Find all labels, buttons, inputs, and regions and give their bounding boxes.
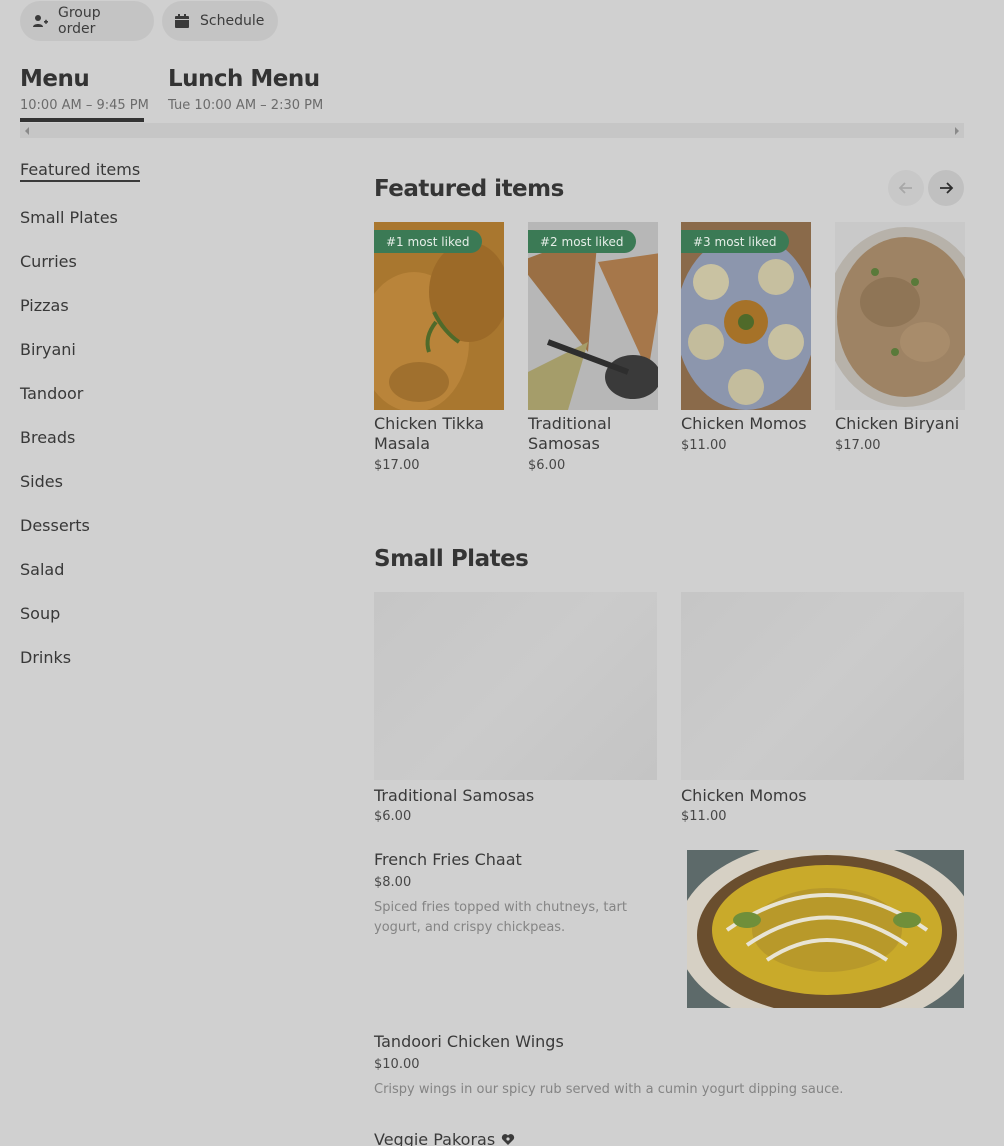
most-liked-badge: #3 most liked [681, 230, 789, 253]
menu-list-item[interactable]: Tandoori Chicken Wings $10.00 Crispy win… [374, 1032, 964, 1100]
arrow-right-icon [940, 182, 954, 194]
sidebar-item-curries[interactable]: Curries [20, 252, 77, 271]
featured-item-name: Chicken Biryani [835, 414, 960, 433]
image-placeholder [681, 592, 964, 780]
featured-item-price: $17.00 [835, 438, 881, 453]
french-fries-chaat-image[interactable] [687, 850, 964, 1008]
sidebar-item-biryani[interactable]: Biryani [20, 340, 76, 359]
add-person-icon [32, 13, 48, 29]
carousel-next-button[interactable] [928, 170, 964, 206]
menu-item-price: $11.00 [681, 809, 727, 824]
most-liked-badge: #2 most liked [528, 230, 636, 253]
featured-items-heading: Featured items [374, 176, 564, 202]
horizontal-scrollbar[interactable] [20, 123, 964, 138]
small-plates-heading: Small Plates [374, 546, 529, 572]
sidebar-item-featured-items[interactable]: Featured items [20, 160, 141, 182]
menu-list-item[interactable]: Veggie Pakoras [374, 1130, 674, 1146]
schedule-button[interactable]: Schedule [162, 1, 278, 41]
schedule-label: Schedule [200, 13, 265, 29]
featured-card[interactable]: #3 most liked Chicken Momos $11.00 [681, 222, 811, 453]
menu-item-name: Traditional Samosas [374, 786, 535, 805]
image-placeholder [374, 592, 657, 780]
chicken-tikka-masala-image: #1 most liked [374, 222, 504, 410]
featured-item-price: $6.00 [528, 458, 566, 473]
sidebar-item-breads[interactable]: Breads [20, 428, 75, 447]
featured-item-name: Chicken Momos [681, 414, 807, 433]
menu-item-name: Tandoori Chicken Wings [374, 1032, 564, 1051]
menu-item-description: Spiced fries topped with chutneys, tart … [374, 900, 627, 935]
sidebar-item-tandoor[interactable]: Tandoor [20, 384, 83, 403]
menu-item-card[interactable]: Traditional Samosas $6.00 [374, 592, 657, 824]
arrow-left-icon [898, 182, 912, 194]
tab-lunch-menu-title: Lunch Menu [168, 66, 320, 92]
active-tab-indicator [20, 118, 144, 122]
tab-menu[interactable]: Menu 10:00 AM – 9:45 PM [20, 66, 149, 113]
menu-item-price: $6.00 [374, 809, 412, 824]
tab-lunch-menu[interactable]: Lunch Menu Tue 10:00 AM – 2:30 PM [168, 66, 368, 113]
featured-item-name: Traditional Samosas [528, 414, 612, 453]
menu-item-description: Crispy wings in our spicy rub served wit… [374, 1082, 844, 1097]
featured-card[interactable]: #1 most liked Chicken Tikka Masala $17.0… [374, 222, 504, 473]
scroll-right-icon[interactable] [955, 127, 959, 135]
sidebar-item-salad[interactable]: Salad [20, 560, 64, 579]
tab-menu-title: Menu [20, 66, 90, 92]
sidebar-item-sides[interactable]: Sides [20, 472, 63, 491]
sidebar-item-drinks[interactable]: Drinks [20, 648, 71, 667]
featured-card[interactable]: Chicken Biryani $17.00 [835, 222, 965, 453]
featured-item-name: Chicken Tikka Masala [374, 414, 485, 453]
menu-item-name: Chicken Momos [681, 786, 807, 805]
chicken-momos-image: #3 most liked [681, 222, 811, 410]
sidebar-item-soup[interactable]: Soup [20, 604, 60, 623]
group-order-button[interactable]: Group order [20, 1, 154, 41]
traditional-samosas-image: #2 most liked [528, 222, 658, 410]
calendar-icon [174, 13, 190, 29]
featured-card[interactable]: #2 most liked Traditional Samosas $6.00 [528, 222, 658, 473]
chicken-biryani-image [835, 222, 965, 410]
sidebar-item-desserts[interactable]: Desserts [20, 516, 90, 535]
menu-list-item[interactable]: French Fries Chaat $8.00 Spiced fries to… [374, 850, 674, 938]
featured-item-price: $17.00 [374, 458, 420, 473]
sidebar-item-pizzas[interactable]: Pizzas [20, 296, 69, 315]
group-order-label: Group order [58, 5, 101, 37]
carousel-prev-button[interactable] [888, 170, 924, 206]
menu-item-name: Veggie Pakoras [374, 1130, 496, 1146]
scroll-left-icon[interactable] [25, 127, 29, 135]
most-liked-badge: #1 most liked [374, 230, 482, 253]
menu-item-name: French Fries Chaat [374, 850, 522, 869]
menu-item-card[interactable]: Chicken Momos $11.00 [681, 592, 964, 824]
tab-lunch-menu-hours: Tue 10:00 AM – 2:30 PM [168, 98, 324, 113]
menu-item-price: $8.00 [374, 875, 412, 890]
sidebar-item-small-plates[interactable]: Small Plates [20, 208, 118, 227]
menu-item-price: $10.00 [374, 1057, 420, 1072]
tab-menu-hours: 10:00 AM – 9:45 PM [20, 98, 149, 113]
vegetarian-heart-icon [501, 1133, 515, 1146]
featured-item-price: $11.00 [681, 438, 727, 453]
